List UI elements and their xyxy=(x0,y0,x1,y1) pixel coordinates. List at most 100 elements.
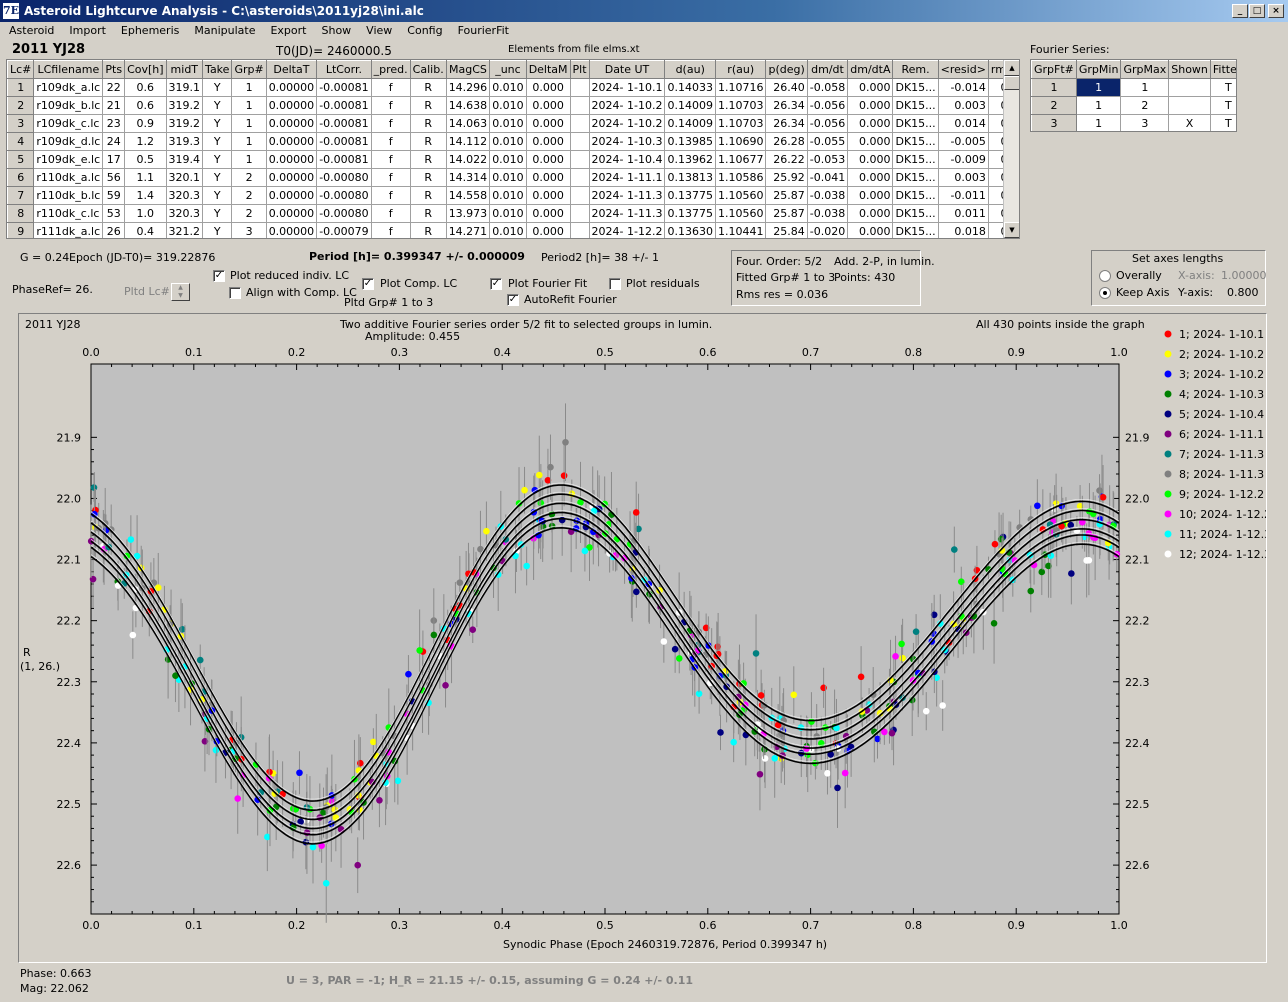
table-cell[interactable]: 0.014 xyxy=(937,114,989,133)
table-cell[interactable]: 0.000 xyxy=(847,204,894,223)
fourier-cell[interactable]: 3 xyxy=(1031,114,1077,131)
table-cell[interactable]: f xyxy=(370,222,411,238)
table-cell[interactable]: 0.010 xyxy=(489,114,527,133)
table-cell[interactable]: 1.10441 xyxy=(714,222,767,238)
table-cell[interactable]: 0.00000 xyxy=(265,186,318,205)
keep-axis-radio[interactable] xyxy=(1099,287,1111,299)
table-cell[interactable]: -0.00080 xyxy=(316,204,372,223)
table-row[interactable]: 4 r109dk_d.lc 24 1.2 319.3 Y 1 0.00000 -0.00081 f… xyxy=(7,132,1019,151)
table-cell[interactable]: 0.00000 xyxy=(265,150,318,169)
lc-column-header[interactable]: r(au) xyxy=(714,60,767,79)
menu-asteroid[interactable]: Asteroid xyxy=(0,22,60,37)
table-row[interactable]: 5 r109dk_e.lc 17 0.5 319.4 Y 1 0.00000 -0.00081 f… xyxy=(7,150,1019,169)
table-cell[interactable]: 0.010 xyxy=(489,150,527,169)
table-cell[interactable]: 1 xyxy=(231,78,267,97)
table-cell[interactable]: R xyxy=(409,222,447,238)
table-cell[interactable]: 0.000 xyxy=(525,96,571,115)
table-cell[interactable]: -0.00080 xyxy=(316,186,372,205)
table-cell[interactable]: 13.973 xyxy=(445,204,491,223)
table-cell[interactable]: 2 xyxy=(7,96,35,115)
table-cell[interactable]: f xyxy=(370,186,411,205)
table-cell[interactable] xyxy=(569,186,590,205)
table-cell[interactable] xyxy=(569,222,590,238)
table-cell[interactable]: 0.000 xyxy=(847,96,894,115)
fourier-series-table[interactable]: GrpFt#GrpMinGrpMaxShownFitted111T212T313… xyxy=(1030,59,1237,132)
table-cell[interactable]: r109dk_a.lc xyxy=(33,78,104,97)
table-cell[interactable]: 0.13985 xyxy=(664,132,716,151)
table-cell[interactable]: 7 xyxy=(7,186,35,205)
table-cell[interactable]: 1 xyxy=(231,114,267,133)
table-cell[interactable]: 319.2 xyxy=(165,96,204,115)
table-cell[interactable]: 0.00000 xyxy=(265,96,318,115)
table-row[interactable]: 2 r109dk_b.lc 21 0.6 319.2 Y 1 0.00000 -0.00081 f… xyxy=(7,96,1019,115)
table-cell[interactable]: 14.112 xyxy=(445,132,491,151)
table-cell[interactable]: -0.056 xyxy=(806,96,849,115)
table-cell[interactable]: 2 xyxy=(231,204,267,223)
autorefit-checkbox[interactable]: ✓ xyxy=(507,294,519,306)
table-cell[interactable]: 2024- 1-12.2 xyxy=(588,222,666,238)
table-cell[interactable]: 14.063 xyxy=(445,114,491,133)
table-cell[interactable]: Y xyxy=(202,114,233,133)
plot-canvas[interactable]: 0.0 0.0 0.1 0.1 0.2 0.2 0.3 0.3 0.4 0.4 0.5 0.5 0.6 0… xyxy=(19,314,1272,962)
table-cell[interactable]: 8 xyxy=(7,204,35,223)
table-cell[interactable]: 0.000 xyxy=(847,132,894,151)
table-cell[interactable]: 0.000 xyxy=(847,114,894,133)
fourier-cell[interactable]: 1 xyxy=(1031,78,1077,97)
table-cell[interactable]: R xyxy=(409,204,447,223)
fourier-row[interactable]: 212 T xyxy=(1031,96,1236,115)
plot-fourier-checkbox[interactable]: ✓ xyxy=(490,278,502,290)
fourier-cell[interactable] xyxy=(1168,78,1211,97)
table-cell[interactable]: r109dk_e.lc xyxy=(33,150,104,169)
table-scrollbar[interactable]: ▲ ▼ xyxy=(1003,60,1019,238)
table-cell[interactable]: 0.6 xyxy=(124,78,167,97)
lc-column-header[interactable]: DeltaT xyxy=(265,60,318,79)
table-cell[interactable]: 25.92 xyxy=(765,168,808,187)
table-cell[interactable]: DK15... xyxy=(892,114,939,133)
table-cell[interactable]: 1.10560 xyxy=(714,204,767,223)
scroll-down-icon[interactable]: ▼ xyxy=(1004,222,1019,238)
table-cell[interactable]: 0.000 xyxy=(525,204,571,223)
table-cell[interactable]: 1.10716 xyxy=(714,78,767,97)
table-cell[interactable]: 1.0 xyxy=(124,204,167,223)
table-cell[interactable]: f xyxy=(370,114,411,133)
table-cell[interactable]: 0.00000 xyxy=(265,132,318,151)
table-cell[interactable]: Y xyxy=(202,150,233,169)
table-cell[interactable]: 0.003 xyxy=(937,168,989,187)
table-cell[interactable]: f xyxy=(370,96,411,115)
lc-column-header[interactable]: Date UT xyxy=(588,60,666,79)
table-cell[interactable]: 6 xyxy=(7,168,35,187)
menu-import[interactable]: Import xyxy=(60,22,112,37)
table-cell[interactable]: r110dk_c.lc xyxy=(33,204,104,223)
table-cell[interactable]: 3 xyxy=(7,114,35,133)
table-cell[interactable]: 0.011 xyxy=(937,204,989,223)
table-cell[interactable]: 0.010 xyxy=(489,222,527,238)
table-cell[interactable]: R xyxy=(409,132,447,151)
fourier-cell[interactable] xyxy=(1168,96,1211,115)
table-cell[interactable]: 1.10690 xyxy=(714,132,767,151)
table-cell[interactable]: 0.00000 xyxy=(265,222,318,238)
menu-ephemeris[interactable]: Ephemeris xyxy=(112,22,185,37)
menu-fourierfit[interactable]: FourierFit xyxy=(449,22,515,37)
lc-column-header[interactable]: LtCorr. xyxy=(316,60,372,79)
table-cell[interactable]: 0.000 xyxy=(847,168,894,187)
table-cell[interactable]: -0.041 xyxy=(806,168,849,187)
table-cell[interactable]: 319.4 xyxy=(165,150,204,169)
table-cell[interactable]: 1.1 xyxy=(124,168,167,187)
table-cell[interactable]: 2 xyxy=(231,186,267,205)
table-cell[interactable] xyxy=(569,114,590,133)
table-cell[interactable]: 14.638 xyxy=(445,96,491,115)
table-cell[interactable]: 14.558 xyxy=(445,186,491,205)
scroll-thumb[interactable] xyxy=(1004,76,1019,90)
menu-export[interactable]: Export xyxy=(261,22,312,37)
table-cell[interactable]: 0.000 xyxy=(847,150,894,169)
table-cell[interactable]: r110dk_a.lc xyxy=(33,168,104,187)
table-cell[interactable]: 25.87 xyxy=(765,186,808,205)
table-cell[interactable]: 0.000 xyxy=(525,114,571,133)
table-cell[interactable]: 59 xyxy=(102,186,126,205)
table-cell[interactable]: 0.00000 xyxy=(265,114,318,133)
table-cell[interactable]: 0.000 xyxy=(525,132,571,151)
fourier-cell[interactable]: 2 xyxy=(1120,96,1170,115)
table-row[interactable]: 9 r111dk_a.lc 26 0.4 321.2 Y 3 0.00000 -0.00079 f… xyxy=(7,222,1019,238)
table-cell[interactable]: f xyxy=(370,132,411,151)
table-cell[interactable]: 319.2 xyxy=(165,114,204,133)
